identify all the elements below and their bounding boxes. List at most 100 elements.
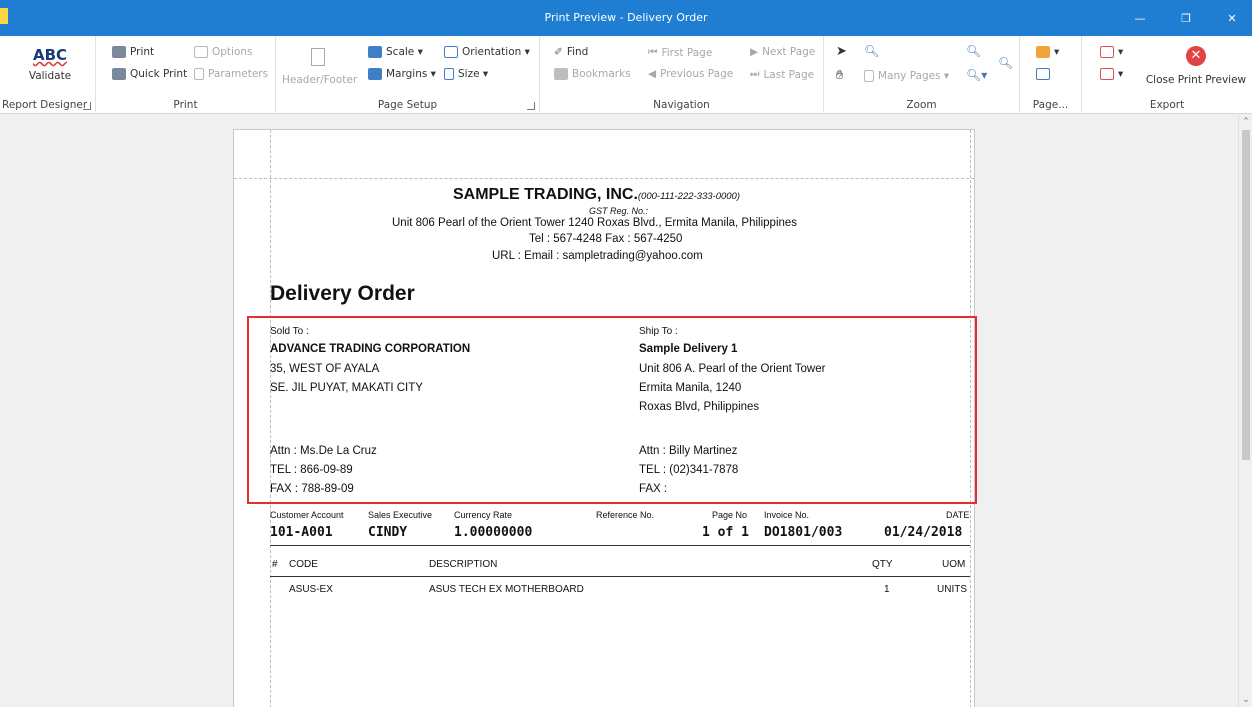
options-button[interactable]: Options xyxy=(194,46,253,58)
abc-icon: ABC xyxy=(32,46,68,64)
margins-dropdown[interactable]: Margins ▾ xyxy=(368,68,436,80)
company-phone: (000-111-222-333-0000) xyxy=(637,191,740,202)
group-label-page-setup: Page Setup xyxy=(377,99,438,111)
ribbon-group-page-background: ▾ Page... xyxy=(1020,36,1082,114)
ribbon-group-page-setup: Header/Footer Scale ▾ Margins ▾ Orientat… xyxy=(276,36,540,114)
email-export-icon xyxy=(1100,68,1114,80)
title-bar: Print Preview - Delivery Order — ❐ ✕ xyxy=(0,0,1252,36)
col-num-header: # xyxy=(272,559,278,570)
parameters-button[interactable]: Parameters xyxy=(194,68,268,80)
restore-button[interactable]: ❐ xyxy=(1166,0,1206,36)
minimize-button[interactable]: — xyxy=(1120,0,1160,36)
invoice-no-label: Invoice No. xyxy=(764,510,810,520)
find-button[interactable]: ✐ Find xyxy=(554,46,588,58)
next-page-button[interactable]: ▶ Next Page xyxy=(750,46,815,58)
orientation-dropdown[interactable]: Orientation ▾ xyxy=(444,46,530,58)
zoom-out-icon: 🔍︎ xyxy=(966,44,982,58)
many-pages-icon xyxy=(864,70,874,82)
first-page-button[interactable]: ⏮ First Page xyxy=(648,46,712,59)
sold-to-address-line2: SE. JIL PUYAT, MAKATI CITY xyxy=(270,382,423,394)
last-page-label: Last Page xyxy=(763,68,815,81)
zoom-level-icon: 🔍︎▾ xyxy=(966,68,988,82)
previous-page-button[interactable]: ◀ Previous Page xyxy=(648,68,733,80)
scale-dropdown[interactable]: Scale ▾ xyxy=(368,46,423,58)
ship-to-fax: FAX : xyxy=(639,483,668,495)
scroll-up-icon[interactable]: ⌃ xyxy=(1239,117,1252,127)
table-header-rule xyxy=(270,576,970,577)
watermark-button[interactable] xyxy=(1036,68,1050,80)
sold-to-address-line1: 35, WEST OF AYALA xyxy=(270,363,380,375)
scroll-down-icon[interactable]: ⌄ xyxy=(1239,695,1252,705)
company-name: SAMPLE TRADING, INC. xyxy=(453,186,638,203)
printer-icon xyxy=(112,46,126,58)
document-page: SAMPLE TRADING, INC.(000-111-222-333-000… xyxy=(233,129,977,707)
document-title: Delivery Order xyxy=(270,282,415,305)
print-label: Print xyxy=(130,46,155,58)
sold-to-tel: TEL : 866-09-89 xyxy=(270,464,353,476)
zoom-out-button[interactable]: 🔍︎ xyxy=(966,44,981,58)
header-footer-icon xyxy=(311,48,325,66)
many-pages-label: Many Pages ▾ xyxy=(878,70,950,82)
many-pages-dropdown[interactable]: Many Pages ▾ xyxy=(864,70,949,82)
orientation-label: Orientation ▾ xyxy=(462,46,530,58)
margins-label: Margins ▾ xyxy=(386,68,436,80)
header-footer-button[interactable]: Header/Footer xyxy=(282,48,358,86)
ribbon-group-report-designer: ABC Validate Report Designer xyxy=(0,36,96,114)
last-page-button[interactable]: ⏭ Last Page xyxy=(750,68,814,81)
validate-button[interactable]: ABC Validate xyxy=(10,46,90,82)
ribbon: ABC Validate Report Designer Print Quick… xyxy=(0,36,1252,114)
report-designer-launcher-icon[interactable] xyxy=(83,102,91,110)
page-no-label: Page No xyxy=(712,510,748,520)
first-page-label: First Page xyxy=(661,46,713,59)
company-url-email: URL : Email : sampletrading@yahoo.com xyxy=(492,250,703,262)
reference-no-label: Reference No. xyxy=(596,510,655,520)
margins-icon xyxy=(368,68,382,80)
sales-executive-label: Sales Executive xyxy=(368,510,433,520)
group-label-report-designer: Report Designer xyxy=(2,99,88,111)
scale-label: Scale ▾ xyxy=(386,46,423,58)
ship-to-name: Sample Delivery 1 xyxy=(639,343,738,355)
email-chevron-icon: ▾ xyxy=(1118,68,1124,80)
ship-to-address-line3: Roxas Blvd, Philippines xyxy=(639,401,760,413)
bookmarks-button[interactable]: Bookmarks xyxy=(554,68,631,80)
preview-area[interactable]: SAMPLE TRADING, INC.(000-111-222-333-000… xyxy=(0,115,1238,707)
ribbon-group-print: Print Quick Print Options Parameters Pri… xyxy=(96,36,276,114)
page-setup-launcher-icon[interactable] xyxy=(527,102,535,110)
find-icon: ✐ xyxy=(554,46,563,58)
group-label-zoom: Zoom xyxy=(906,99,937,111)
close-window-button[interactable]: ✕ xyxy=(1212,0,1252,36)
scrollbar-thumb[interactable] xyxy=(1242,130,1250,460)
size-dropdown[interactable]: Size ▾ xyxy=(444,68,488,80)
quick-print-button[interactable]: Quick Print xyxy=(112,68,187,80)
bookmarks-label: Bookmarks xyxy=(572,68,631,80)
page-color-dropdown[interactable]: ▾ xyxy=(1036,46,1059,58)
validate-label: Validate xyxy=(28,70,72,82)
col-uom-header: UOM xyxy=(942,559,966,570)
next-page-icon: ▶ xyxy=(750,46,759,58)
sold-to-name: ADVANCE TRADING CORPORATION xyxy=(270,343,471,355)
magnifier-tool-button[interactable]: 🔍︎ xyxy=(864,44,879,58)
header-footer-label: Header/Footer xyxy=(282,74,358,86)
pointer-tool-button[interactable]: ➤ xyxy=(836,44,847,59)
vertical-scrollbar[interactable]: ⌃ ⌄ xyxy=(1238,115,1252,707)
watermark-icon xyxy=(1036,68,1050,80)
send-via-email-dropdown[interactable]: ▾ xyxy=(1100,68,1123,80)
orientation-icon xyxy=(444,46,458,58)
ribbon-group-navigation: ✐ Find Bookmarks ⏮ First Page ◀ Previous… xyxy=(540,36,824,114)
col-code-header: CODE xyxy=(289,559,318,570)
export-to-dropdown[interactable]: ▾ xyxy=(1100,46,1123,58)
size-icon xyxy=(444,68,454,80)
hand-tool-button[interactable]: ✋︎ xyxy=(836,68,843,83)
zoom-dropdown[interactable]: 🔍︎▾ xyxy=(966,68,987,82)
quick-printer-icon xyxy=(112,68,126,80)
bookmarks-icon xyxy=(554,68,568,80)
zoom-in-button[interactable]: 🔍︎ xyxy=(998,56,1013,70)
options-label: Options xyxy=(212,46,253,58)
close-print-preview-button[interactable]: ✕ Close Print Preview xyxy=(1140,46,1252,86)
print-button[interactable]: Print xyxy=(112,46,154,58)
currency-rate-value: 1.00000000 xyxy=(454,525,533,540)
ribbon-group-export: ▾ ▾ ✕ Close Print Preview Export xyxy=(1082,36,1252,114)
page-color-chevron-icon: ▾ xyxy=(1054,46,1060,58)
header-rule xyxy=(270,545,970,546)
ship-to-attn: Attn : Billy Martinez xyxy=(639,445,738,457)
